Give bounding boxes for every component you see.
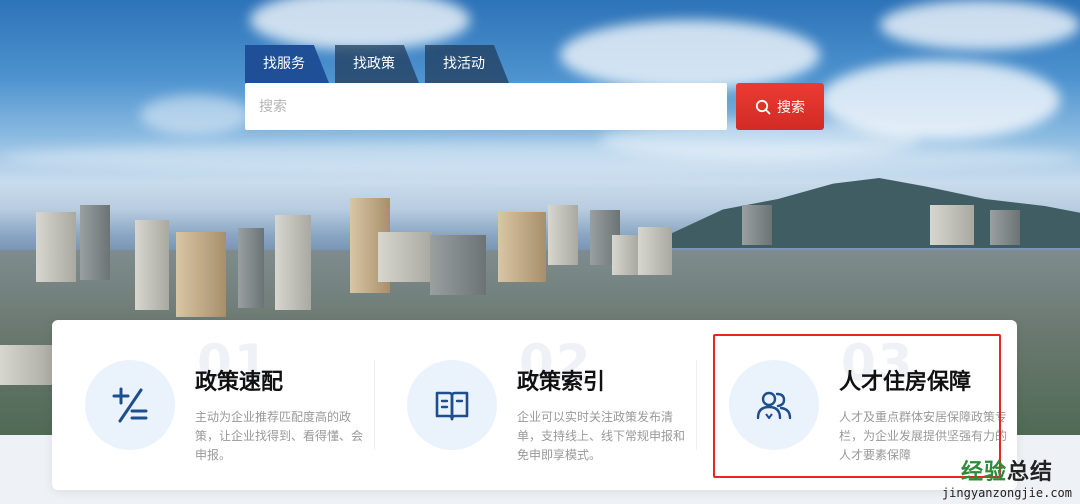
building: [548, 205, 578, 265]
cloud: [0, 140, 1080, 175]
search-input[interactable]: [257, 97, 715, 116]
building: [378, 232, 432, 282]
users-icon: [756, 391, 792, 420]
building: [135, 220, 169, 310]
cloud: [880, 0, 1080, 50]
plus-divide-icon: [112, 387, 148, 423]
card-description: 企业可以实时关注政策发布清单，支持线上、线下常规申报和免申即享模式。: [517, 410, 686, 462]
tab-find-policy[interactable]: 找政策: [335, 45, 419, 83]
building: [430, 235, 486, 295]
building: [238, 228, 264, 308]
feature-cards: 01 政策速配 主动为企业推荐匹配度高的政策，让企业找得到、看得懂、会申报。 0…: [52, 320, 1017, 490]
search-icon: [755, 99, 771, 114]
search-box: [245, 83, 727, 130]
card-description: 主动为企业推荐匹配度高的政策，让企业找得到、看得懂、会申报。: [195, 410, 364, 462]
card-icon-wrap: [85, 360, 175, 450]
building: [742, 205, 772, 245]
card-icon-wrap: [407, 360, 497, 450]
building: [498, 212, 546, 282]
cloud: [250, 0, 470, 50]
building: [275, 215, 311, 310]
card-policy-match[interactable]: 01 政策速配 主动为企业推荐匹配度高的政策，让企业找得到、看得懂、会申报。: [52, 320, 374, 490]
tab-find-activity[interactable]: 找活动: [425, 45, 509, 83]
building: [990, 210, 1020, 245]
search-button[interactable]: 搜索: [736, 83, 824, 130]
building: [80, 205, 110, 280]
card-policy-index[interactable]: 02 政策索引 企业可以实时关注政策发布清单，支持线上、线下常规申报和免申即享模…: [374, 320, 696, 490]
card-icon-wrap: [729, 360, 819, 450]
book-icon: [435, 391, 469, 421]
building: [36, 212, 76, 282]
card-title: 政策索引: [517, 370, 606, 395]
card-description: 人才及重点群体安居保障政策专栏，为企业发展提供坚强有力的人才要素保障: [839, 410, 1008, 462]
tab-find-service[interactable]: 找服务: [245, 45, 329, 83]
cloud: [560, 20, 820, 90]
card-title: 人才住房保障: [839, 370, 972, 395]
card-title: 政策速配: [195, 370, 284, 395]
building: [930, 205, 974, 245]
building: [176, 232, 226, 317]
card-talent-housing[interactable]: 03 人才住房保障 人才及重点群体安居保障政策专栏，为企业发展提供坚强有力的人才…: [696, 320, 1018, 490]
search-button-label: 搜索: [777, 99, 805, 116]
building: [638, 227, 672, 275]
building: [0, 345, 55, 385]
building: [612, 235, 638, 275]
search-tabs: 找服务 找政策 找活动: [245, 45, 515, 83]
cloud: [140, 95, 250, 135]
